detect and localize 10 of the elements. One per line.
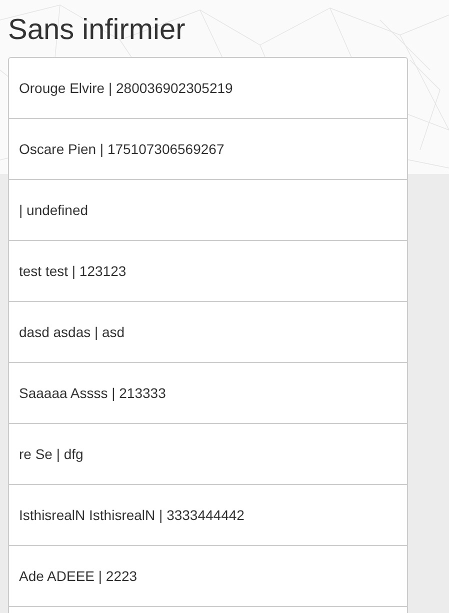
list-item[interactable]: | undefined [9,180,407,241]
list-item[interactable]: IsthisrealN IsthisrealN | 3333444442 [9,485,407,546]
list-item[interactable]: re Se | dfg [9,424,407,485]
list-item[interactable]: test test | 123123 [9,241,407,302]
page-title: Sans infirmier [8,14,186,47]
list-item[interactable]: Orouge Elvire | 280036902305219 [9,58,407,119]
list-item[interactable]: Oscare Pien | 175107306569267 [9,119,407,180]
list-item[interactable]: Saaaaa Assss | 213333 [9,363,407,424]
list-item[interactable]: dasd asdas | asd [9,302,407,363]
list-item[interactable]: Ade ADEEE | 2223 [9,546,407,607]
